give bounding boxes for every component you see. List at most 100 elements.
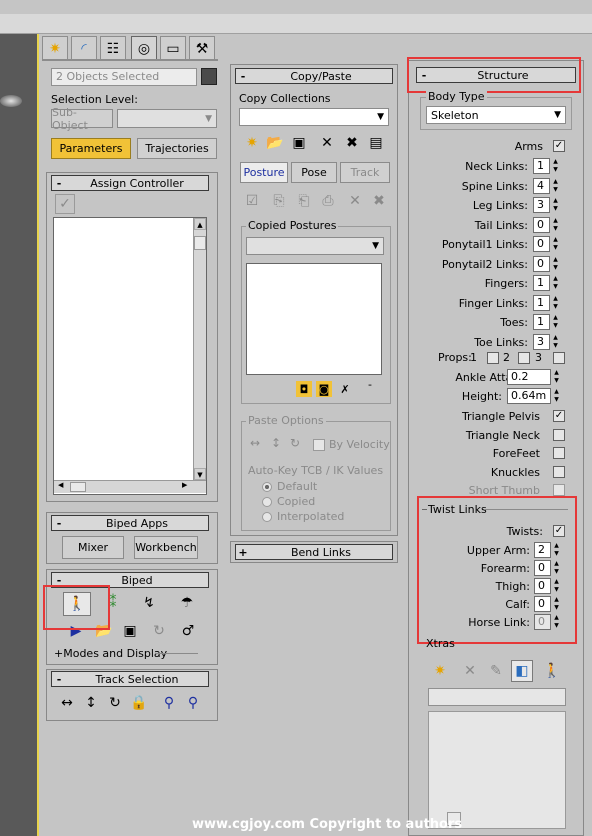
delete-xtra-icon[interactable]: ✕ <box>459 660 481 682</box>
structure-row-spinner[interactable]: 1 ▲ ▼ <box>533 294 560 311</box>
structure-row-spinner[interactable]: 1 ▲ ▼ <box>533 275 560 291</box>
sub-object-button[interactable]: Sub-Object <box>51 106 113 132</box>
controller-tree-list[interactable] <box>53 217 207 495</box>
display-tab-icon[interactable]: ▭ <box>160 36 186 60</box>
capture-viewport-icon[interactable]: ◘ <box>296 381 312 397</box>
auto-snapshot-icon[interactable]: ◙ <box>316 381 332 397</box>
structure-row-spinner[interactable]: 0 ▲ ▼ <box>533 216 560 233</box>
structure-row-value[interactable]: 1 <box>533 294 550 311</box>
modes-and-display-expander[interactable]: +Modes and Display <box>54 647 167 660</box>
scroll-up-icon[interactable]: ▲ <box>194 218 206 230</box>
convert-icon[interactable]: ↻ <box>148 620 170 642</box>
xtra-name-field[interactable] <box>428 688 566 706</box>
parameters-button[interactable]: Parameters <box>51 138 131 159</box>
spinner-arrows-icon[interactable]: ▲ ▼ <box>551 256 560 272</box>
structure-row-spinner[interactable]: 0 ▲ ▼ <box>533 236 560 252</box>
scroll-right-icon[interactable]: ▶ <box>182 481 187 489</box>
structure-row-value[interactable]: 3 <box>533 197 550 213</box>
structure-checkbox[interactable] <box>553 447 565 459</box>
hierarchy-tab-icon[interactable]: ☷ <box>100 36 126 60</box>
object-name-field[interactable]: 2 Objects Selected <box>51 68 197 86</box>
delete-collection-icon[interactable]: ✕ <box>316 132 338 154</box>
twist-row-spinner[interactable]: 0 ▲ ▼ <box>534 614 561 630</box>
structure-row-value[interactable]: 0 <box>533 255 550 272</box>
structure-checkbox[interactable] <box>553 428 565 441</box>
symmetrical-icon[interactable]: ⚲ <box>158 692 180 714</box>
spinner-arrows-icon[interactable]: ▲ ▼ <box>551 314 560 330</box>
radio-interpolated[interactable]: Interpolated <box>262 510 344 523</box>
structure-checkbox[interactable] <box>553 484 565 496</box>
tab-posture[interactable]: Posture <box>240 162 288 183</box>
hscroll-thumb[interactable] <box>70 482 86 492</box>
move-all-mode-icon[interactable]: ♂ <box>177 620 199 642</box>
copy-posture-icon[interactable]: ☑ <box>241 190 263 212</box>
structure-checkbox[interactable] <box>553 465 565 478</box>
utilities-tab-icon[interactable]: ⚒ <box>189 36 215 60</box>
twists-checkbox[interactable]: ✓ <box>553 525 565 537</box>
mixer-mode-icon[interactable]: ☂ <box>176 592 198 614</box>
twist-row-spinner[interactable]: 0 ▲ ▼ <box>534 578 561 594</box>
body-vertical-icon[interactable]: ↕ <box>80 692 102 714</box>
structure-row-value[interactable]: 1 <box>533 158 550 174</box>
twist-row-spinner[interactable]: 0 ▲ ▼ <box>534 560 561 576</box>
twist-row-value[interactable]: 0 <box>534 560 551 576</box>
modify-tab-icon[interactable]: ◜ <box>71 36 97 60</box>
biped-apps-header[interactable]: - Biped Apps <box>51 515 209 531</box>
structure-row-spinner[interactable]: 4 ▲ ▼ <box>533 177 560 194</box>
paste-horizontal-icon[interactable]: ↔ <box>250 436 260 450</box>
motion-tab-icon[interactable]: ◎ <box>131 36 157 60</box>
delete-all-postures-icon[interactable]: ✖ <box>368 190 390 212</box>
spinner-arrows-icon[interactable]: ▲ ▼ <box>552 596 561 612</box>
structure-row-value[interactable]: 0 <box>533 236 550 252</box>
scroll-down-icon[interactable]: ▼ <box>194 468 206 480</box>
props-2-checkbox[interactable] <box>518 352 530 364</box>
ankle-attach-value[interactable]: 0.2 <box>507 369 551 385</box>
spinner-arrows-icon[interactable]: ▲ ▼ <box>552 369 561 385</box>
spinner-arrows-icon[interactable]: ▲ ▼ <box>551 275 560 291</box>
delete-all-collections-icon[interactable]: ✖ <box>341 132 363 154</box>
radio-default[interactable]: Default <box>262 480 317 493</box>
twist-row-value[interactable]: 0 <box>534 596 551 612</box>
track-selection-header[interactable]: - Track Selection <box>51 671 209 687</box>
spinner-arrows-icon[interactable]: ▲ ▼ <box>551 236 560 252</box>
assign-controller-header[interactable]: - Assign Controller <box>51 175 209 191</box>
structure-checkbox[interactable]: ✓ <box>553 410 565 422</box>
spinner-arrows-icon[interactable]: ▲ ▼ <box>552 542 561 558</box>
by-velocity-checkbox[interactable] <box>313 439 325 451</box>
object-color-swatch[interactable] <box>201 68 217 85</box>
copied-postures-dropdown[interactable]: ▼ <box>246 237 384 255</box>
structure-row-spinner[interactable]: 3 ▲ ▼ <box>533 333 560 350</box>
ankle-attach-spinner[interactable]: 0.2 ▲ ▼ <box>507 369 561 385</box>
paste-posture-icon[interactable]: ⎘ <box>268 190 290 212</box>
bend-links-header[interactable]: + Bend Links <box>235 544 393 560</box>
height-spinner[interactable]: 0.64m ▲ ▼ <box>507 388 561 404</box>
load-collection-icon[interactable]: 📂 <box>264 132 286 154</box>
controller-tree-vscroll[interactable]: ▲ ▼ <box>193 218 206 480</box>
xtra-biped-icon[interactable]: 🚶 <box>541 660 563 682</box>
create-xtra-icon[interactable]: ✷ <box>429 660 451 682</box>
copy-paste-header[interactable]: - Copy/Paste <box>235 68 393 84</box>
xtra-options-icon[interactable]: ✎ <box>485 660 507 682</box>
spinner-arrows-icon[interactable]: ▲ ▼ <box>552 388 561 404</box>
twist-row-value[interactable]: 0 <box>534 614 551 630</box>
structure-row-value[interactable]: 0 <box>533 216 550 233</box>
viewport[interactable] <box>0 34 39 836</box>
spinner-arrows-icon[interactable]: ▲ ▼ <box>551 295 560 311</box>
structure-row-value[interactable]: 1 <box>533 314 550 330</box>
spinner-arrows-icon[interactable]: ▲ ▼ <box>551 217 560 233</box>
save-collection-icon[interactable]: ▣ <box>288 132 310 154</box>
mixer-button[interactable]: Mixer <box>62 536 124 559</box>
controller-tree-hscroll[interactable]: ◀ ▶ <box>54 480 206 493</box>
create-tab-icon[interactable]: ✷ <box>42 36 68 60</box>
spinner-arrows-icon[interactable]: ▲ ▼ <box>552 614 561 630</box>
scroll-left-icon[interactable]: ◀ <box>58 481 63 489</box>
radio-copied[interactable]: Copied <box>262 495 315 508</box>
delete-posture-icon[interactable]: ✕ <box>344 190 366 212</box>
structure-row-spinner[interactable]: 0 ▲ ▼ <box>533 255 560 272</box>
default-icon[interactable]: ✗ <box>337 381 353 397</box>
spinner-arrows-icon[interactable]: ▲ ▼ <box>551 178 560 194</box>
xtra-cube-icon[interactable]: ◧ <box>511 660 533 682</box>
trajectories-button[interactable]: Trajectories <box>137 138 217 159</box>
tab-track[interactable]: Track <box>340 162 390 183</box>
structure-row-spinner[interactable]: 1 ▲ ▼ <box>533 158 560 174</box>
